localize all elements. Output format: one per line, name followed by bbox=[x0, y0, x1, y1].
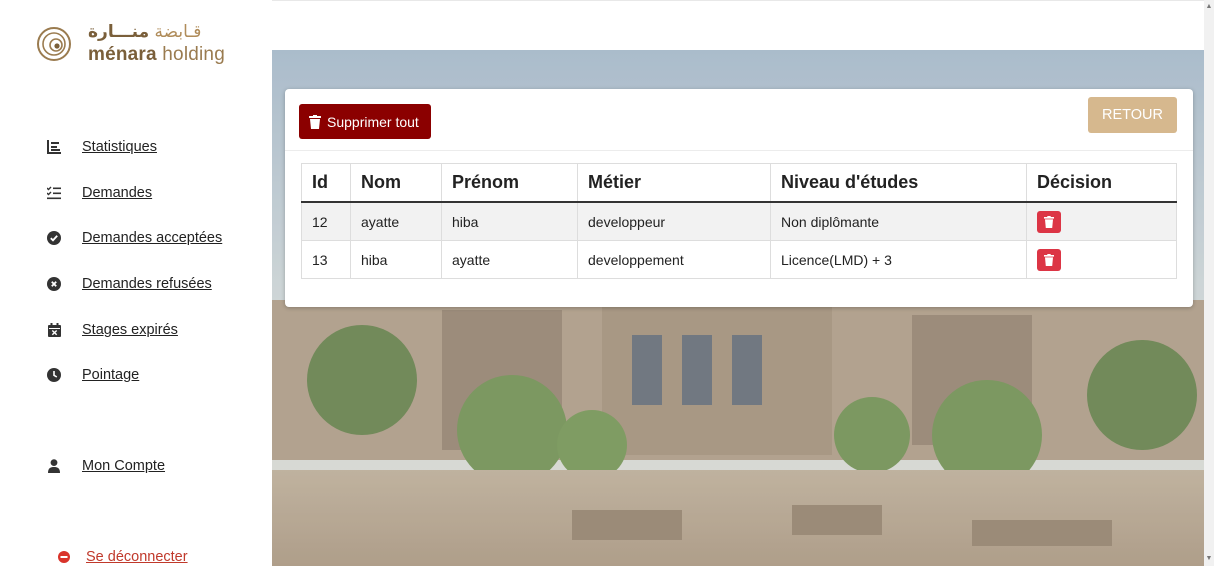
logout-icon bbox=[56, 549, 72, 565]
cell-prenom: hiba bbox=[441, 201, 578, 241]
table-row: 12 ayatte hiba developpeur Non diplômant… bbox=[301, 201, 1177, 241]
x-circle-icon bbox=[46, 276, 62, 292]
check-circle-icon bbox=[46, 230, 62, 246]
cell-decision bbox=[1026, 201, 1177, 241]
header-id: Id bbox=[301, 163, 351, 203]
header-decision: Décision bbox=[1026, 163, 1177, 203]
brand-name: ménara holding bbox=[88, 44, 225, 65]
brand-arabic: قـابضة منـــارة bbox=[88, 22, 202, 42]
scroll-up-arrow-icon[interactable]: ▲ bbox=[1205, 2, 1213, 12]
delete-row-button[interactable] bbox=[1037, 210, 1061, 233]
cell-niveau: Licence(LMD) + 3 bbox=[770, 240, 1027, 279]
header-nom: Nom bbox=[350, 163, 442, 203]
sidebar-item-label: Pointage bbox=[82, 367, 140, 383]
cell-id: 13 bbox=[301, 240, 351, 279]
sidebar-item-label: Demandes refusées bbox=[82, 276, 212, 292]
cell-niveau: Non diplômante bbox=[770, 201, 1027, 241]
cell-id: 12 bbox=[301, 201, 351, 241]
logout-label: Se déconnecter bbox=[86, 549, 188, 565]
cell-nom: ayatte bbox=[350, 201, 442, 241]
clock-icon bbox=[46, 367, 62, 383]
delete-all-label: Supprimer tout bbox=[327, 113, 419, 130]
cell-metier: developpement bbox=[577, 240, 771, 279]
table-row: 13 hiba ayatte developpement Licence(LMD… bbox=[301, 240, 1177, 279]
cell-prenom: ayatte bbox=[441, 240, 578, 279]
card-divider bbox=[285, 150, 1193, 151]
trash-icon bbox=[309, 114, 321, 129]
sidebar-item-mon-compte[interactable]: Mon Compte bbox=[46, 454, 165, 478]
sidebar-item-label: Demandes bbox=[82, 185, 153, 201]
delete-row-button[interactable] bbox=[1037, 248, 1061, 271]
sidebar-item-label: Stages expirés bbox=[82, 322, 178, 338]
sidebar-item-demandes[interactable]: Demandes bbox=[46, 181, 152, 205]
scroll-down-arrow-icon[interactable]: ▼ bbox=[1205, 554, 1213, 564]
list-chart-icon bbox=[46, 139, 62, 155]
cell-decision bbox=[1026, 240, 1177, 279]
brand-logo[interactable]: قـابضة منـــارة ménara holding bbox=[36, 22, 266, 72]
delete-all-button[interactable]: Supprimer tout bbox=[299, 104, 431, 139]
checklist-icon bbox=[46, 185, 62, 201]
header-prenom: Prénom bbox=[441, 163, 578, 203]
trash-icon bbox=[1044, 215, 1054, 228]
header-metier: Métier bbox=[577, 163, 771, 203]
back-button[interactable]: RETOUR bbox=[1088, 97, 1177, 133]
cell-nom: hiba bbox=[350, 240, 442, 279]
requests-table: Id Nom Prénom Métier Niveau d'études Déc… bbox=[301, 163, 1177, 279]
calendar-x-icon bbox=[46, 322, 62, 338]
header-niveau: Niveau d'études bbox=[770, 163, 1027, 203]
sidebar-item-stages-expires[interactable]: Stages expirés bbox=[46, 318, 178, 342]
sidebar-item-demandes-refusees[interactable]: Demandes refusées bbox=[46, 272, 212, 296]
sidebar-item-label: Demandes acceptées bbox=[82, 230, 223, 246]
table-header-row: Id Nom Prénom Métier Niveau d'études Déc… bbox=[301, 163, 1177, 203]
sidebar-item-statistiques[interactable]: Statistiques bbox=[46, 135, 157, 159]
main-content: Supprimer tout RETOUR Id Nom Prénom Méti… bbox=[272, 0, 1204, 566]
cell-metier: developpeur bbox=[577, 201, 771, 241]
sidebar-item-label: Statistiques bbox=[82, 139, 157, 155]
trash-icon bbox=[1044, 253, 1054, 266]
sidebar-item-demandes-acceptees[interactable]: Demandes acceptées bbox=[46, 226, 222, 250]
sidebar-item-pointage[interactable]: Pointage bbox=[46, 363, 139, 387]
menara-logo-icon bbox=[37, 27, 71, 61]
user-icon bbox=[46, 458, 62, 474]
page-scrollbar[interactable]: ▲ ▼ bbox=[1204, 0, 1214, 566]
top-bar bbox=[272, 0, 1204, 51]
sidebar-item-label: Mon Compte bbox=[82, 458, 166, 474]
logout-link[interactable]: Se déconnecter bbox=[56, 545, 188, 569]
requests-card: Supprimer tout RETOUR Id Nom Prénom Méti… bbox=[285, 89, 1193, 307]
sidebar: قـابضة منـــارة ménara holding Statistiq… bbox=[0, 0, 272, 566]
